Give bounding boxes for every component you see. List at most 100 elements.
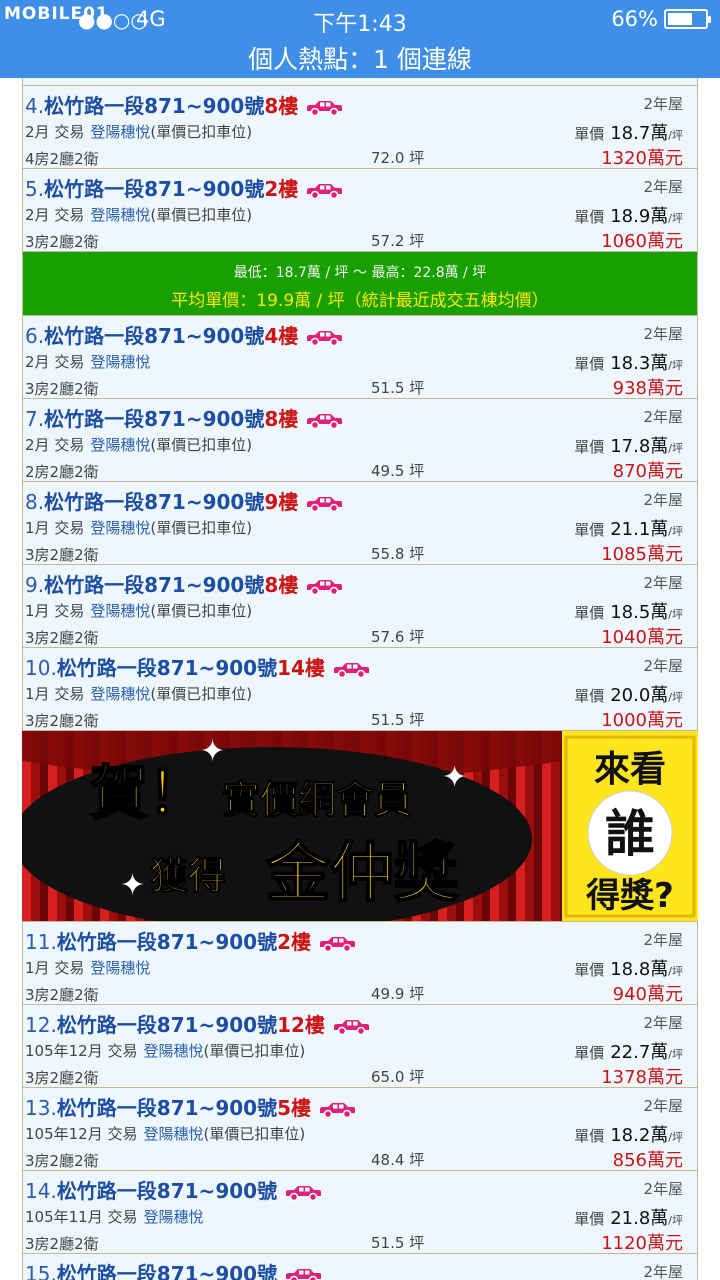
listing-address[interactable]: 4.松竹路一段871~900號8樓 — [25, 90, 344, 119]
trade-label: 交易 — [54, 353, 85, 371]
per-ping: /坪 — [668, 1214, 683, 1227]
listing-address[interactable]: 14.松竹路一段871~900號 — [25, 1175, 323, 1204]
listing-address[interactable]: 15.松竹路一段871~900號 — [25, 1258, 323, 1280]
total-unit: 萬元 — [647, 378, 683, 399]
list-item[interactable]: 8.松竹路一段871~900號9樓 2年屋 1月 交易 登陽穗悅(單價已扣車位) 單價 2… — [22, 482, 698, 565]
list-item[interactable]: 13.松竹路一段871~900號5樓 2年屋 105年12月 交易 登陽穗悅(單價已扣… — [22, 1088, 698, 1171]
trade-info: 1月 交易 登陽穗悅(單價已扣車位) — [25, 683, 252, 704]
trade-label: 交易 — [107, 1208, 138, 1226]
area-unit: 坪 — [409, 545, 425, 563]
list-item[interactable]: 4.松竹路一段871~900號8樓 2年屋 2月 交易 登陽穗悅(單價已扣車位) 單價 1… — [22, 86, 698, 169]
project-link[interactable]: 登陽穗悅 — [90, 959, 150, 977]
listing-number: 9. — [25, 573, 45, 597]
listing-address[interactable]: 6.松竹路一段871~900號4樓 — [25, 320, 344, 349]
parking-car-icon — [333, 662, 369, 678]
project-link[interactable]: 登陽穗悅 — [90, 123, 150, 141]
list-item[interactable]: 14.松竹路一段871~900號 2年屋 105年11月 交易 登陽穗悅 單價 21.8萬… — [22, 1171, 698, 1254]
total-unit: 萬元 — [647, 1233, 683, 1254]
project-link[interactable]: 登陽穗悅 — [144, 1208, 204, 1226]
price-note: (單價已扣車位) — [203, 1125, 306, 1143]
total-unit: 萬元 — [647, 148, 683, 169]
total-price: 1040萬元 — [601, 623, 683, 649]
unit-price-value: 18.5 — [610, 602, 651, 623]
listing-address[interactable]: 10.松竹路一段871~900號14樓 — [25, 652, 371, 681]
street: 松竹路一段871~900號 — [56, 1013, 278, 1037]
list-item[interactable]: 10.松竹路一段871~900號14樓 2年屋 1月 交易 登陽穗悅(單價已扣車位) 單… — [22, 648, 698, 731]
list-item[interactable]: 11.松竹路一段871~900號2樓 2年屋 1月 交易 登陽穗悅 單價 18.8萬/坪 3… — [22, 922, 698, 1005]
unit-price-value: 21.8 — [610, 1208, 651, 1229]
listing-address[interactable]: 9.松竹路一段871~900號8樓 — [25, 569, 344, 598]
hotspot-banner[interactable]: 個人熱點：1 個連線 — [0, 40, 720, 76]
project-link[interactable]: 登陽穗悅 — [90, 685, 150, 703]
price-note: (單價已扣車位) — [150, 436, 253, 454]
unit-price-label: 單價 — [574, 125, 605, 143]
area-unit: 坪 — [409, 1151, 425, 1169]
per-ping: /坪 — [668, 442, 683, 455]
per-ping: /坪 — [668, 359, 683, 372]
room-layout: 3房2廳2衛 — [25, 986, 99, 1004]
trade-date: 1月 — [25, 602, 50, 620]
per-ping: /坪 — [668, 965, 683, 978]
unit-price-value: 18.3 — [610, 353, 651, 374]
listing-number: 13. — [25, 1096, 57, 1120]
listing-address[interactable]: 5.松竹路一段871~900號2樓 — [25, 173, 344, 202]
building-age: 2年屋 — [643, 1180, 683, 1198]
list-item[interactable]: 9.松竹路一段871~900號8樓 2年屋 1月 交易 登陽穗悅(單價已扣車位) 單價 1… — [22, 565, 698, 648]
floor-area: 51.5 坪 — [371, 1232, 424, 1253]
unit-price-unit: 萬 — [650, 206, 669, 227]
list-item-partial — [22, 78, 698, 86]
parking-car-icon — [286, 1268, 322, 1280]
project-link[interactable]: 登陽穗悅 — [90, 206, 150, 224]
list-item[interactable]: 6.松竹路一段871~900號4樓 2年屋 2月 交易 登陽穗悅 單價 18.3萬/坪 3房… — [22, 316, 698, 399]
unit-price-unit: 萬 — [650, 959, 669, 980]
list-item[interactable]: 12.松竹路一段871~900號12樓 2年屋 105年12月 交易 登陽穗悅(單價已… — [22, 1005, 698, 1088]
per-ping: /坪 — [668, 1048, 683, 1061]
project-link[interactable]: 登陽穗悅 — [90, 519, 150, 537]
unit-price: 單價 21.8萬/坪 — [574, 1204, 683, 1230]
project-link[interactable]: 登陽穗悅 — [144, 1125, 204, 1143]
street: 松竹路一段871~900號 — [44, 94, 265, 118]
per-ping: /坪 — [668, 129, 683, 142]
listing-address[interactable]: 12.松竹路一段871~900號12樓 — [25, 1009, 371, 1038]
sparkle-icon-2: ✦ — [442, 760, 467, 795]
trade-info: 105年12月 交易 登陽穗悅(單價已扣車位) — [25, 1123, 305, 1144]
price-summary: 最低：18.7萬 / 坪 ～ 最高：22.8萬 / 坪 平均單價：19.9萬 /… — [22, 252, 698, 316]
listing-number: 8. — [25, 490, 45, 514]
unit-price-label: 單價 — [574, 961, 605, 979]
total-unit: 萬元 — [647, 1150, 683, 1171]
project-link[interactable]: 登陽穗悅 — [90, 353, 150, 371]
trade-label: 交易 — [107, 1042, 138, 1060]
building-age: 2年屋 — [643, 95, 683, 113]
floor: 14樓 — [277, 656, 325, 680]
price-note: (單價已扣車位) — [150, 519, 253, 537]
area-value: 72.0 — [371, 149, 405, 167]
price-note: (單價已扣車位) — [203, 1042, 306, 1060]
unit-price-label: 單價 — [574, 208, 605, 226]
listing-address[interactable]: 7.松竹路一段871~900號8樓 — [25, 403, 344, 432]
trade-info: 1月 交易 登陽穗悅 — [25, 957, 150, 978]
trade-date: 1月 — [25, 685, 50, 703]
per-ping: /坪 — [668, 525, 683, 538]
project-link[interactable]: 登陽穗悅 — [144, 1042, 204, 1060]
trade-info: 105年12月 交易 登陽穗悅(單價已扣車位) — [25, 1040, 305, 1061]
award-ad-banner[interactable]: 賀！ 實價網會員 獲得 金仲獎 ✦ ✦ ✦ 來看 誰 得獎? — [22, 731, 698, 922]
trade-date: 105年12月 — [25, 1042, 103, 1060]
listing-address[interactable]: 13.松竹路一段871~900號5樓 — [25, 1092, 357, 1121]
project-link[interactable]: 登陽穗悅 — [90, 602, 150, 620]
trade-date: 105年11月 — [25, 1208, 103, 1226]
trade-label: 交易 — [54, 436, 85, 454]
list-item[interactable]: 5.松竹路一段871~900號2樓 2年屋 2月 交易 登陽穗悅(單價已扣車位) 單價 1… — [22, 169, 698, 252]
list-item[interactable]: 7.松竹路一段871~900號8樓 2年屋 2月 交易 登陽穗悅(單價已扣車位) 單價 1… — [22, 399, 698, 482]
list-item[interactable]: 15.松竹路一段871~900號2年屋 交易單價萬/坪 坪萬元 — [22, 1254, 698, 1280]
project-link[interactable]: 登陽穗悅 — [90, 436, 150, 454]
trade-date: 1月 — [25, 519, 50, 537]
floor-area: 57.2 坪 — [371, 230, 424, 251]
street: 松竹路一段871~900號 — [44, 177, 265, 201]
listing-address[interactable]: 8.松竹路一段871~900號9樓 — [25, 486, 344, 515]
price-note: (單價已扣車位) — [150, 602, 253, 620]
unit-price-unit: 萬 — [650, 1042, 669, 1063]
unit-price-unit: 萬 — [650, 123, 669, 144]
unit-price-unit: 萬 — [650, 436, 669, 457]
building-age: 2年屋 — [643, 325, 683, 343]
listing-address[interactable]: 11.松竹路一段871~900號2樓 — [25, 926, 357, 955]
